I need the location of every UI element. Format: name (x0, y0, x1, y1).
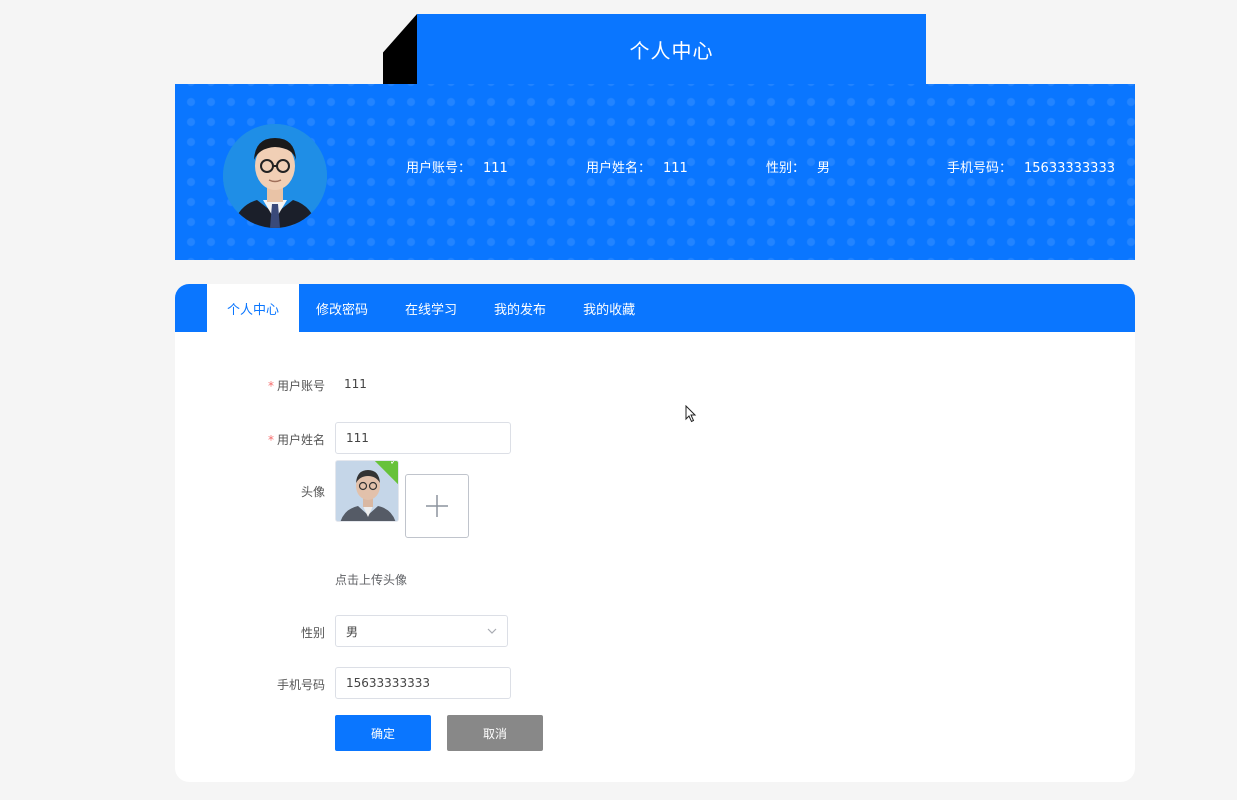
avatar-upload-button[interactable] (405, 474, 469, 538)
page-title: 个人中心 (417, 14, 926, 84)
gender-select-value: 男 (346, 624, 359, 639)
tab-change-password[interactable]: 修改密码 (296, 284, 388, 332)
banner-account-value: 111 (483, 161, 508, 176)
tab-bar: 个人中心 修改密码 在线学习 我的发布 我的收藏 (175, 284, 1135, 332)
plus-icon (426, 495, 448, 517)
check-icon: ✓ (389, 460, 398, 468)
banner-name: 用户姓名： 111 (586, 157, 688, 176)
profile-card: 个人中心 修改密码 在线学习 我的发布 我的收藏 * 用户账号 111 * 用户姓名… (175, 284, 1135, 782)
banner-phone: 手机号码： 15633333333 (947, 157, 1115, 176)
title-fold-decoration (383, 14, 417, 84)
phone-input[interactable] (335, 667, 511, 699)
avatar (223, 124, 327, 228)
tab-online-learning[interactable]: 在线学习 (385, 284, 477, 332)
confirm-button[interactable]: 确定 (335, 715, 431, 751)
avatar-upload-hint: 点击上传头像 (335, 573, 408, 587)
required-mark: * (267, 379, 274, 393)
avatar-label: 头像 (300, 485, 325, 499)
chevron-down-icon (487, 628, 497, 634)
banner-phone-value: 15633333333 (1024, 161, 1115, 176)
account-value: 111 (344, 377, 367, 391)
tab-my-favorites[interactable]: 我的收藏 (563, 284, 655, 332)
page-title-text: 个人中心 (629, 38, 714, 63)
banner-name-value: 111 (663, 161, 688, 176)
tab-profile[interactable]: 个人中心 (207, 284, 300, 332)
cancel-button[interactable]: 取消 (447, 715, 543, 751)
gender-label: 性别 (300, 626, 325, 640)
tab-my-posts[interactable]: 我的发布 (474, 284, 566, 332)
banner-account: 用户账号： 111 (406, 157, 508, 176)
name-label-text: 用户姓名 (276, 433, 325, 447)
banner-gender-value: 男 (817, 161, 831, 176)
profile-banner: 用户账号： 111 用户姓名： 111 性别： 男 手机号码： 15633333333 (175, 84, 1135, 260)
account-label-text: 用户账号 (276, 379, 325, 393)
name-label: * 用户姓名 (185, 431, 325, 448)
banner-name-label: 用户姓名： (586, 161, 652, 176)
banner-phone-label: 手机号码： (947, 161, 1013, 176)
gender-select[interactable]: 男 (335, 615, 508, 647)
uploaded-avatar-thumbnail[interactable]: ✓ (335, 460, 399, 522)
mouse-cursor-icon (685, 405, 697, 423)
banner-account-label: 用户账号： (406, 161, 472, 176)
banner-gender: 性别： 男 (766, 157, 830, 176)
required-mark: * (267, 433, 274, 447)
name-input[interactable] (335, 422, 511, 454)
banner-gender-label: 性别： (766, 161, 806, 176)
account-label: * 用户账号 (185, 377, 325, 394)
phone-label: 手机号码 (276, 678, 325, 692)
